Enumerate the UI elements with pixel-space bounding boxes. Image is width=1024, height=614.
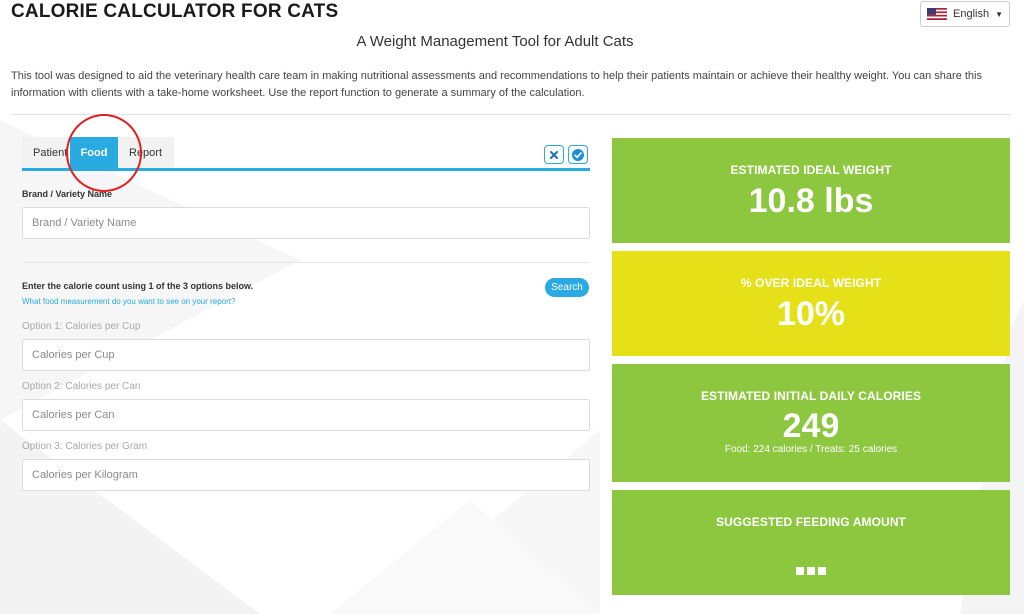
- calorie-instructions: Enter the calorie count using 1 of the 3…: [22, 281, 254, 291]
- measurement-help-link[interactable]: What food measurement do you want to see…: [22, 297, 235, 306]
- feeding-amount-card: SUGGESTED FEEDING AMOUNT: [612, 490, 1010, 595]
- feeding-amount-heading: SUGGESTED FEEDING AMOUNT: [716, 515, 906, 529]
- check-icon: [572, 148, 584, 161]
- option-3-label: Option 3: Calories per Gram: [22, 441, 148, 452]
- search-button[interactable]: Search: [545, 278, 589, 297]
- daily-calories-card: ESTIMATED INITIAL DAILY CALORIES 249 Foo…: [612, 364, 1010, 482]
- calories-per-cup-input[interactable]: [22, 339, 590, 371]
- highlight-circle: [66, 114, 142, 192]
- calories-per-kilogram-input[interactable]: [22, 459, 590, 491]
- page-title: CALORIE CALCULATOR FOR CATS: [11, 1, 339, 22]
- brand-label: Brand / Variety Name: [22, 189, 113, 199]
- page-subtitle: A Weight Management Tool for Adult Cats: [356, 33, 634, 50]
- caret-down-icon: ▼: [995, 9, 1003, 19]
- intro-line-2: information with clients with a take-hom…: [11, 87, 585, 99]
- ideal-weight-heading: ESTIMATED IDEAL WEIGHT: [730, 163, 892, 177]
- language-select[interactable]: English ▼: [920, 1, 1010, 27]
- calories-per-can-input[interactable]: [22, 399, 590, 431]
- over-weight-heading: % OVER IDEAL WEIGHT: [740, 276, 882, 290]
- brand-input[interactable]: [22, 207, 590, 239]
- ideal-weight-value: 10.8 lbs: [748, 182, 874, 220]
- divider: [11, 114, 1011, 115]
- tab-patient[interactable]: Patient: [22, 137, 70, 169]
- daily-calories-breakdown: Food: 224 calories / Treats: 25 calories: [724, 444, 898, 455]
- clear-button[interactable]: [544, 145, 564, 164]
- close-icon: [550, 150, 558, 159]
- over-weight-card: % OVER IDEAL WEIGHT 10%: [612, 251, 1010, 356]
- ellipsis-icon: [612, 567, 1010, 575]
- language-label: English: [953, 8, 990, 20]
- intro-text: This tool was designed to aid the veteri…: [11, 68, 1001, 102]
- ideal-weight-card: ESTIMATED IDEAL WEIGHT 10.8 lbs: [612, 138, 1010, 243]
- daily-calories-value: 249: [782, 407, 840, 445]
- divider: [22, 262, 590, 263]
- option-1-label: Option 1: Calories per Cup: [22, 321, 141, 332]
- confirm-button[interactable]: [568, 145, 588, 164]
- intro-line-1: This tool was designed to aid the veteri…: [11, 70, 982, 82]
- option-2-label: Option 2: Calories per Can: [22, 381, 141, 392]
- over-weight-value: 10%: [776, 295, 846, 333]
- us-flag-icon: [927, 8, 947, 20]
- daily-calories-heading: ESTIMATED INITIAL DAILY CALORIES: [700, 389, 922, 403]
